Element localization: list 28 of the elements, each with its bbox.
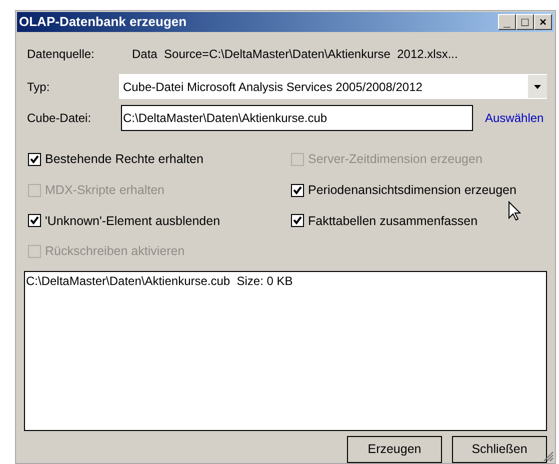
- select-link[interactable]: Auswählen: [485, 109, 544, 127]
- field-label: Typ:: [26, 78, 51, 96]
- dialog-button[interactable]: Schließen: [452, 436, 547, 463]
- dropdown-value: Cube-Datei Microsoft Analysis Services 2005/2008/2012: [122, 78, 422, 96]
- checkbox[interactable]: [291, 184, 304, 197]
- field-label: Cube-Datei:: [26, 110, 92, 127]
- option-label: MDX-Skripte erhalten: [45, 182, 164, 199]
- type-dropdown[interactable]: Cube-Datei Microsoft Analysis Services 2005/2008/2012: [118, 74, 547, 99]
- option-label: 'Unknown'-Element ausblenden: [45, 212, 220, 230]
- checkbox[interactable]: [28, 214, 41, 228]
- option-label: Fakttabellen zusammenfassen: [308, 212, 478, 230]
- window-control-button[interactable]: ×: [534, 14, 552, 30]
- window-title: OLAP-Datenbank erzeugen: [19, 13, 187, 32]
- dialog-button[interactable]: Erzeugen: [347, 436, 442, 463]
- window-control-button[interactable]: _: [498, 14, 516, 30]
- option-label: Periodenansichtsdimension erzeugen: [308, 182, 516, 199]
- option-label: Bestehende Rechte erhalten: [45, 151, 204, 168]
- data-source-value: Data Source=C:\DeltaMaster\Daten\Aktienkurse 2012.xlsx...: [132, 46, 458, 63]
- option-label: Server-Zeitdimension erzeugen: [308, 151, 482, 168]
- checkbox[interactable]: [291, 214, 304, 228]
- log-line: C:\DeltaMaster\Daten\Aktienkurse.cub Size: 0 KB: [26, 273, 294, 290]
- field-label: Datenquelle:: [26, 46, 96, 63]
- resize-grip-icon: [542, 450, 554, 462]
- option-label: Rückschreiben aktivieren: [45, 243, 185, 260]
- mouse-cursor-icon: [508, 201, 521, 221]
- window-control-button[interactable]: □: [516, 14, 534, 30]
- checkbox[interactable]: [28, 152, 41, 166]
- cube-file-field[interactable]: C:\DeltaMaster\Daten\Aktienkurse.cub: [121, 105, 473, 131]
